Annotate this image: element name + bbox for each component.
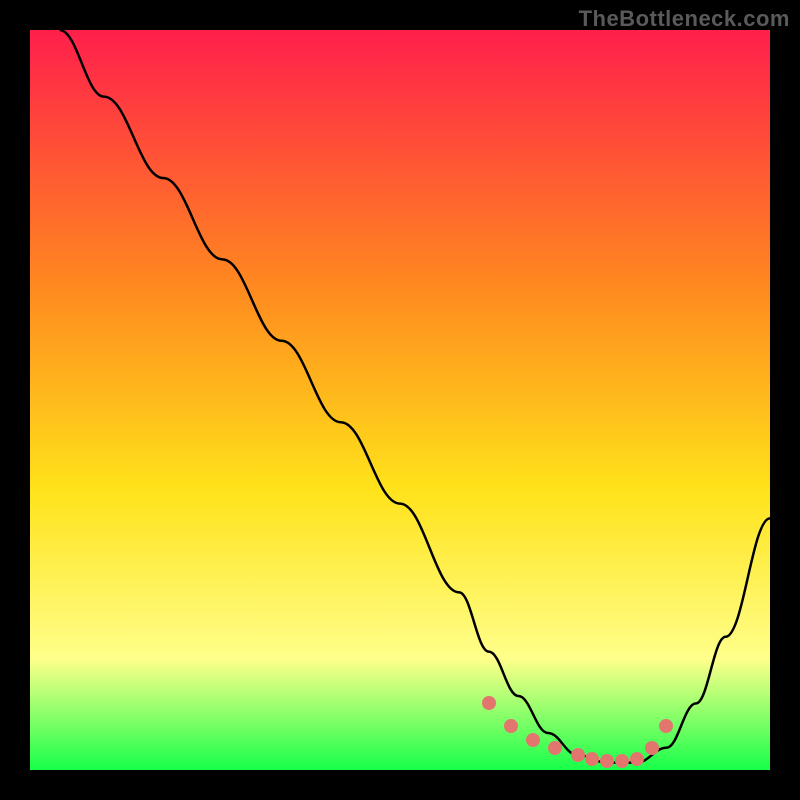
optimal-dot xyxy=(630,752,644,766)
optimal-dot xyxy=(526,733,540,747)
plot-area xyxy=(30,30,770,770)
bottleneck-curve xyxy=(30,30,770,770)
watermark-text: TheBottleneck.com xyxy=(579,6,790,32)
optimal-dot xyxy=(600,754,614,768)
optimal-dot xyxy=(585,752,599,766)
optimal-dot xyxy=(645,741,659,755)
optimal-dot xyxy=(548,741,562,755)
curve-path xyxy=(60,30,770,763)
optimal-dot xyxy=(504,719,518,733)
optimal-dot xyxy=(482,696,496,710)
optimal-dot xyxy=(571,748,585,762)
chart-frame: TheBottleneck.com xyxy=(0,0,800,800)
optimal-dot xyxy=(659,719,673,733)
optimal-dot xyxy=(615,754,629,768)
